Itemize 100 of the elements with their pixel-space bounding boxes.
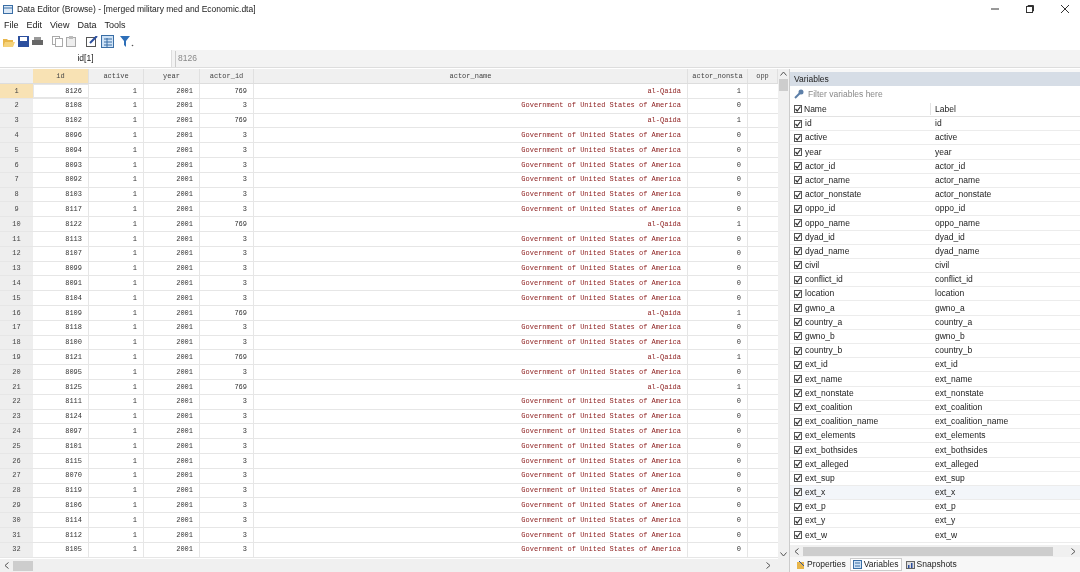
variable-label: ext_w xyxy=(935,529,958,540)
variable-label: civil xyxy=(935,260,950,271)
panel-tab[interactable]: Snapshots xyxy=(903,558,959,571)
checkbox[interactable] xyxy=(794,488,802,497)
checkbox[interactable] xyxy=(794,403,802,412)
checkbox[interactable] xyxy=(794,275,802,284)
variable-name[interactable]: civil xyxy=(805,259,820,272)
variable-name[interactable]: ext_coalition_name xyxy=(805,415,879,428)
column-header[interactable]: Label xyxy=(935,103,956,114)
checkbox[interactable] xyxy=(794,119,802,128)
checkbox[interactable] xyxy=(794,502,802,511)
checkbox[interactable] xyxy=(794,304,802,313)
checkbox[interactable] xyxy=(794,389,802,398)
checkbox[interactable] xyxy=(794,474,802,483)
panel-tab[interactable]: Properties xyxy=(794,558,848,571)
variable-label: ext_name xyxy=(935,373,973,384)
variable-name[interactable]: dyad_id xyxy=(805,230,835,244)
scroll-thumb[interactable] xyxy=(803,546,1053,556)
table-icon[interactable] xyxy=(101,35,114,48)
checkbox[interactable] xyxy=(794,133,802,142)
filter-icon[interactable] xyxy=(120,36,134,47)
variable-name[interactable]: ext_p xyxy=(805,500,826,514)
checkbox[interactable] xyxy=(794,204,802,213)
edit-icon[interactable] xyxy=(86,36,98,47)
checkbox[interactable] xyxy=(794,346,802,355)
panel-tab[interactable]: Variables xyxy=(849,558,902,571)
vertical-scrollbar[interactable] xyxy=(778,69,789,559)
checkbox[interactable] xyxy=(794,289,802,298)
variable-name[interactable]: ext_name xyxy=(805,372,843,386)
menu-item[interactable]: Edit xyxy=(26,18,43,33)
scroll-thumb[interactable] xyxy=(779,79,788,91)
cell-reference: id[1] xyxy=(77,52,94,65)
scroll-thumb[interactable] xyxy=(13,560,33,571)
checkbox[interactable] xyxy=(794,374,802,383)
column-header[interactable]: Name xyxy=(804,102,827,116)
menu-item[interactable]: Data xyxy=(77,18,97,33)
checkbox[interactable] xyxy=(794,105,802,113)
variable-name[interactable]: gwno_a xyxy=(805,301,835,315)
variable-name[interactable]: actor_id xyxy=(805,159,836,173)
variable-name[interactable]: active xyxy=(805,131,828,145)
horizontal-scrollbar[interactable] xyxy=(0,559,789,572)
checkbox[interactable] xyxy=(794,147,802,156)
close-icon[interactable] xyxy=(1061,5,1069,13)
filter-field[interactable]: Filter variables here xyxy=(790,86,1080,102)
variable-name[interactable]: country_b xyxy=(805,344,843,357)
maximize-icon[interactable] xyxy=(1026,5,1034,13)
variable-name[interactable]: ext_bothsides xyxy=(805,443,858,457)
variable-label: dyad_id xyxy=(935,231,965,242)
checkbox[interactable] xyxy=(794,360,802,369)
checkbox[interactable] xyxy=(794,431,802,440)
checkbox[interactable] xyxy=(794,261,802,270)
checkbox[interactable] xyxy=(794,218,802,227)
checkbox[interactable] xyxy=(794,332,802,341)
variable-name[interactable]: id xyxy=(805,117,812,130)
menu-item[interactable]: File xyxy=(4,18,19,33)
variable-name[interactable]: location xyxy=(805,287,835,301)
variable-name[interactable]: oppo_id xyxy=(805,202,836,216)
checkbox[interactable] xyxy=(794,417,802,426)
variable-label: gwno_a xyxy=(935,302,965,313)
variable-name[interactable]: ext_elements xyxy=(805,429,856,443)
variable-name[interactable]: ext_sup xyxy=(805,471,835,485)
checkbox[interactable] xyxy=(794,516,802,525)
variable-name[interactable]: gwno_b xyxy=(805,330,835,343)
minimize-icon[interactable] xyxy=(991,5,999,13)
checkbox[interactable] xyxy=(794,162,802,171)
checkbox[interactable] xyxy=(794,190,802,199)
variable-name[interactable]: ext_id xyxy=(805,358,828,372)
variable-label: ext_alleged xyxy=(935,458,979,469)
checkbox[interactable] xyxy=(794,247,802,256)
variable-name[interactable]: year xyxy=(805,145,822,159)
variable-name[interactable]: conflict_id xyxy=(805,273,843,287)
variable-label: year xyxy=(935,146,952,157)
menu-item[interactable]: Tools xyxy=(104,18,126,33)
variable-name[interactable]: ext_coalition xyxy=(805,400,853,414)
snapshots-icon xyxy=(905,560,915,569)
properties-icon xyxy=(796,560,805,569)
variable-name[interactable]: ext_x xyxy=(805,486,826,499)
checkbox[interactable] xyxy=(794,318,802,327)
printer-icon[interactable] xyxy=(32,36,43,47)
checkbox[interactable] xyxy=(794,176,802,185)
variable-name[interactable]: ext_y xyxy=(805,514,826,528)
panel-title: Variables xyxy=(794,72,829,86)
checkbox[interactable] xyxy=(794,445,802,454)
variable-name[interactable]: country_a xyxy=(805,315,843,329)
variable-label: dyad_name xyxy=(935,245,980,256)
save-icon[interactable] xyxy=(18,36,29,47)
variable-name[interactable]: ext_w xyxy=(805,528,828,542)
checkbox[interactable] xyxy=(794,233,802,242)
variable-name[interactable]: oppo_name xyxy=(805,216,850,230)
variable-label: actor_id xyxy=(935,160,966,171)
variable-name[interactable]: dyad_name xyxy=(805,244,850,258)
horizontal-scrollbar[interactable] xyxy=(790,545,1080,557)
variable-name[interactable]: ext_alleged xyxy=(805,457,849,471)
variable-name[interactable]: actor_name xyxy=(805,173,850,187)
checkbox[interactable] xyxy=(794,460,802,469)
variable-name[interactable]: ext_nonstate xyxy=(805,386,854,400)
variable-label: ext_bothsides xyxy=(935,444,988,455)
variable-name[interactable]: actor_nonstate xyxy=(805,188,862,201)
checkbox[interactable] xyxy=(794,531,802,540)
menu-item[interactable]: View xyxy=(50,18,70,33)
